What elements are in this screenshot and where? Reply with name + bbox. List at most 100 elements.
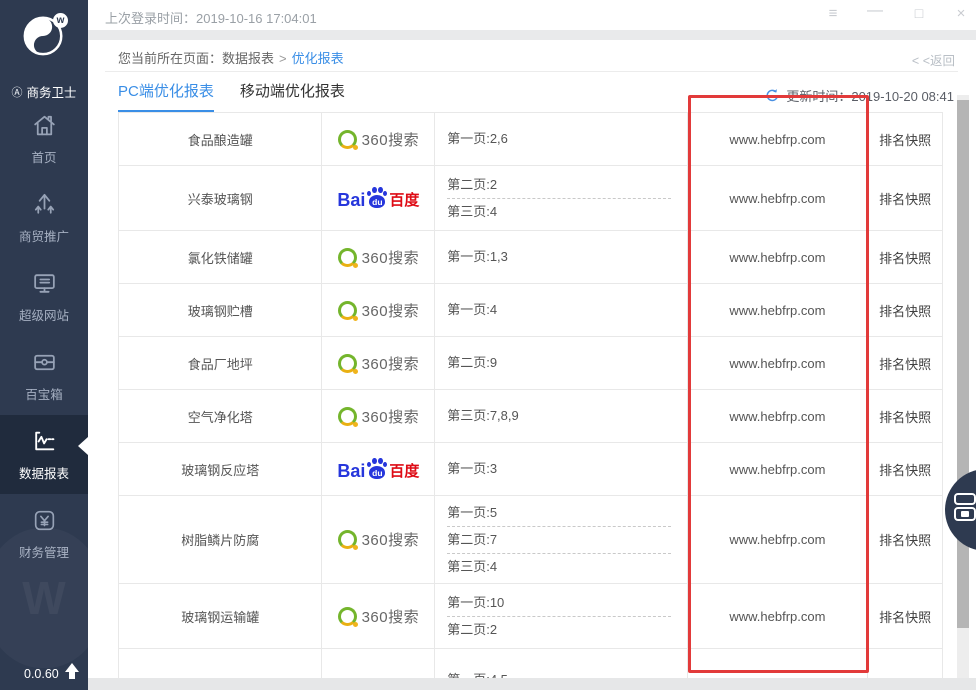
- report-icon: [31, 428, 58, 455]
- close-icon[interactable]: ×: [950, 5, 972, 22]
- breadcrumb-separator: >: [279, 51, 287, 66]
- 360-ring-icon: [338, 130, 357, 149]
- keyword-cell: 树脂鳞片防腐: [119, 496, 322, 583]
- 360-ring-icon: [338, 407, 357, 426]
- pages-cell: 第三页:7,8,9: [435, 390, 687, 442]
- page-rank-entry: 第二页:9: [447, 350, 670, 376]
- website-cell: www.hebfrp.com: [688, 584, 869, 648]
- 360-search-logo: 360搜索: [338, 529, 420, 550]
- 360-ring-icon: [338, 530, 357, 549]
- tab-bar: PC端优化报表 移动端优化报表: [118, 80, 345, 112]
- page-rank-entry: 第一页:5: [447, 500, 670, 527]
- engine-cell: 360搜索: [322, 496, 435, 583]
- page-rank-entry: 第一页:4,5: [447, 667, 670, 679]
- website-cell: [688, 649, 869, 678]
- snapshot-link[interactable]: 排名快照: [879, 354, 931, 373]
- snapshot-link[interactable]: 排名快照: [879, 460, 931, 479]
- horizontal-scrollbar[interactable]: [88, 678, 976, 690]
- 360-ring-icon: [338, 354, 357, 373]
- sidebar-menu: 首页商贸推广超级网站百宝箱数据报表财务管理: [0, 99, 88, 573]
- page-rank-entry: 第三页:4: [447, 199, 670, 225]
- maximize-icon[interactable]: □: [908, 5, 930, 21]
- keyword-cell: [119, 649, 322, 678]
- keyword-cell: 食品酿造罐: [119, 113, 322, 165]
- 360-search-label: 360搜索: [362, 406, 420, 427]
- table-row: 氯化铁储罐360搜索第一页:1,3www.hebfrp.com排名快照: [119, 231, 942, 284]
- 360-ring-icon: [338, 301, 357, 320]
- keyword-cell: 氯化铁储罐: [119, 231, 322, 283]
- snapshot-cell: 排名快照: [868, 166, 942, 230]
- update-arrow-icon[interactable]: [65, 663, 79, 680]
- pages-cell: 第一页:4: [435, 284, 687, 336]
- topbar-separator: [88, 30, 976, 40]
- sidebar-item-2[interactable]: 超级网站: [0, 257, 88, 336]
- sidebar-item-label: 数据报表: [19, 463, 69, 482]
- pages-cell: 第一页:10第二页:2: [435, 584, 687, 648]
- snapshot-link[interactable]: 排名快照: [879, 248, 931, 267]
- tab-pc-report[interactable]: PC端优化报表: [118, 80, 214, 112]
- pages-cell: 第一页:2,6: [435, 113, 687, 165]
- breadcrumb-current: 优化报表: [292, 51, 344, 66]
- watermark-letter: W: [22, 571, 65, 625]
- sidebar-item-4[interactable]: 数据报表: [0, 415, 88, 494]
- page-rank-entry: 第三页:7,8,9: [447, 403, 670, 429]
- engine-cell: 360搜索: [322, 284, 435, 336]
- engine-cell: 360搜索: [322, 584, 435, 648]
- vertical-scrollbar-thumb[interactable]: [957, 100, 969, 628]
- website-cell: www.hebfrp.com: [688, 337, 869, 389]
- website-cell: www.hebfrp.com: [688, 496, 869, 583]
- pages-cell: 第一页:1,3: [435, 231, 687, 283]
- table-row: 第一页:4,5: [119, 649, 942, 678]
- page-rank-entry: 第二页:7: [447, 527, 670, 554]
- sidebar-item-0[interactable]: 首页: [0, 99, 88, 178]
- keyword-cell: 空气净化塔: [119, 390, 322, 442]
- baidu-name-text: 百度: [389, 192, 419, 209]
- 360-search-logo: 360搜索: [338, 353, 420, 374]
- website-cell: www.hebfrp.com: [688, 443, 869, 495]
- page-rank-entry: 第一页:2,6: [447, 126, 670, 152]
- 360-search-label: 360搜索: [362, 129, 420, 150]
- refresh-time-label: 更新时间：2019-10-20 08:41: [786, 86, 954, 105]
- snapshot-cell: 排名快照: [868, 231, 942, 283]
- page-rank-entry: 第一页:3: [447, 456, 670, 482]
- snapshot-cell: 排名快照: [868, 584, 942, 648]
- sidebar-item-label: 商贸推广: [19, 226, 69, 245]
- keyword-cell: 兴泰玻璃钢: [119, 166, 322, 230]
- sidebar: w Ⓐ 商务卫士 首页商贸推广超级网站百宝箱数据报表财务管理 W 0.0.60: [0, 0, 88, 690]
- page-rank-entry: 第一页:4: [447, 297, 670, 323]
- keyword-cell: 玻璃钢运输罐: [119, 584, 322, 648]
- engine-cell: [322, 649, 435, 678]
- breadcrumb-section: 数据报表: [222, 51, 274, 66]
- snapshot-link[interactable]: 排名快照: [879, 130, 931, 149]
- tab-mobile-report[interactable]: 移动端优化报表: [240, 80, 345, 112]
- minimize-icon[interactable]: —: [864, 2, 886, 20]
- snapshot-link[interactable]: 排名快照: [879, 607, 931, 626]
- page-rank-entry: 第三页:4: [447, 554, 670, 580]
- website-icon: [31, 270, 58, 297]
- sidebar-item-1[interactable]: 商贸推广: [0, 178, 88, 257]
- vertical-scrollbar-track[interactable]: [957, 95, 969, 678]
- page-rank-entry: 第二页:2: [447, 617, 670, 643]
- engine-cell: 360搜索: [322, 231, 435, 283]
- engine-cell: Baidu百度: [322, 166, 435, 230]
- menu-icon[interactable]: ≡: [822, 5, 844, 22]
- 360-search-label: 360搜索: [362, 353, 420, 374]
- snapshot-link[interactable]: 排名快照: [879, 301, 931, 320]
- last-login-time: 上次登录时间：2019-10-16 17:04:01: [105, 8, 317, 27]
- 360-search-label: 360搜索: [362, 300, 420, 321]
- keyword-cell: 食品厂地坪: [119, 337, 322, 389]
- snapshot-link[interactable]: 排名快照: [879, 189, 931, 208]
- back-link[interactable]: < <返回: [912, 50, 955, 69]
- snapshot-link[interactable]: 排名快照: [879, 530, 931, 549]
- keyword-cell: 玻璃钢贮槽: [119, 284, 322, 336]
- page-rank-entry: 第一页:1,3: [447, 244, 670, 270]
- refresh-control[interactable]: 更新时间：2019-10-20 08:41: [765, 86, 954, 105]
- engine-cell: 360搜索: [322, 390, 435, 442]
- shield-glyph-icon: Ⓐ: [11, 84, 22, 100]
- breadcrumb-prefix: 您当前所在页面：: [118, 51, 222, 66]
- sidebar-item-3[interactable]: 百宝箱: [0, 336, 88, 415]
- snapshot-link[interactable]: 排名快照: [879, 407, 931, 426]
- title-bar: 上次登录时间：2019-10-16 17:04:01 ≡ — □ ×: [88, 0, 976, 30]
- sidebar-item-label: 超级网站: [19, 305, 69, 324]
- shield-watermark: W: [0, 528, 88, 668]
